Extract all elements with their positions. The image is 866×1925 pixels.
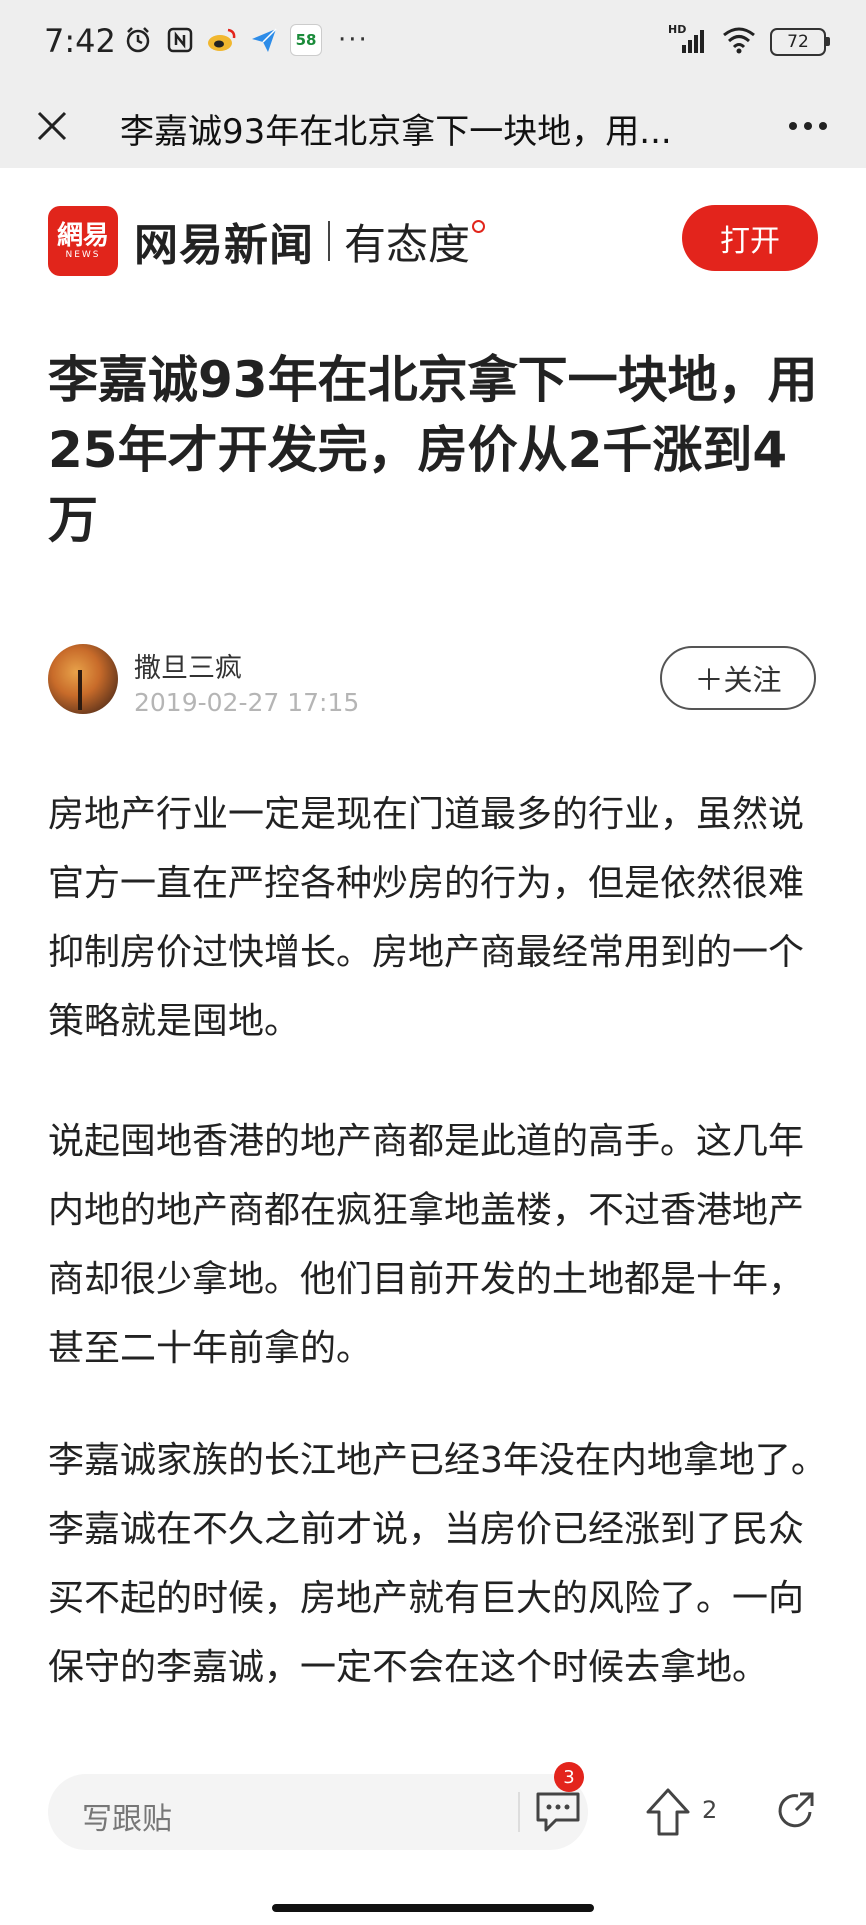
comment-placeholder: 写跟贴 (82, 1802, 172, 1837)
page-title: 李嘉诚93年在北京拿下一块地，用... (120, 112, 672, 152)
input-divider (518, 1792, 520, 1832)
more-icon (789, 122, 797, 130)
close-button[interactable] (24, 98, 80, 154)
share-icon (778, 1792, 814, 1828)
battery-icon: 72 (770, 28, 830, 56)
avatar-tree-shape (78, 670, 82, 710)
brand-divider (328, 221, 330, 261)
more-notifications-icon: ··· (338, 25, 369, 55)
browser-title-bar: 李嘉诚93年在北京拿下一块地，用... (0, 84, 866, 168)
notification-icons: 58 ··· (122, 24, 369, 56)
registered-mark-icon (472, 219, 486, 233)
brand-name: 网易新闻 (134, 220, 314, 271)
netease-logo[interactable]: 網易 NEWS (48, 206, 118, 276)
comment-count-badge: 3 (554, 1762, 584, 1792)
more-menu-button[interactable] (778, 98, 838, 154)
more-icon-dot (804, 122, 812, 130)
open-app-button[interactable]: 打开 (682, 205, 818, 271)
network-label: HD (668, 23, 687, 36)
status-bar: 7:42 58 ··· HD 72 (0, 0, 866, 84)
follow-button[interactable]: ＋关注 (660, 646, 816, 710)
author-name[interactable]: 撒旦三疯 (134, 646, 242, 685)
brand-slogan: 有态度 (344, 219, 471, 269)
article-headline: 李嘉诚93年在北京拿下一块地，用25年才开发完，房价从2千涨到4万 (48, 351, 818, 549)
logo-subtext: NEWS (65, 250, 101, 260)
logo-text: 網易 (56, 221, 109, 251)
upvote-arrow-icon (646, 1788, 690, 1836)
comment-bubble-icon (536, 1792, 580, 1832)
system-icons: HD 72 (668, 23, 830, 58)
more-icon-dot (819, 122, 827, 130)
nfc-icon (164, 24, 196, 56)
wifi-icon (722, 26, 756, 58)
article-paragraph: 李嘉诚家族的长江地产已经3年没在内地拿地了。李嘉诚在不久之前才说，当房价已经涨到… (48, 1440, 827, 1688)
weibo-icon (206, 24, 238, 56)
article-paragraph: 说起囤地香港的地产商都是此道的高手。这几年内地的地产商都在疯狂拿地盖楼，不过香港… (48, 1121, 805, 1369)
author-avatar[interactable] (48, 644, 118, 714)
upvote-button[interactable] (644, 1786, 692, 1838)
upvote-count: 2 (702, 1796, 718, 1824)
cell-signal-icon: HD (668, 23, 708, 57)
app58-icon: 58 (290, 24, 322, 56)
close-icon (37, 111, 67, 141)
home-indicator[interactable] (272, 1904, 594, 1912)
status-time: 7:42 (44, 22, 116, 60)
comment-input[interactable]: 写跟贴 (48, 1774, 588, 1850)
system-nav-area (0, 1870, 866, 1925)
comments-button[interactable] (534, 1788, 586, 1834)
bottom-action-bar: 写跟贴 3 2 (0, 1760, 866, 1870)
article-paragraph: 房地产行业一定是现在门道最多的行业，虽然说官方一直在严控各种炒房的行为，但是依然… (48, 794, 805, 1042)
send-app-icon (248, 24, 280, 56)
alarm-icon (122, 24, 154, 56)
brand-header: 網易 NEWS 网易新闻 有态度 (48, 206, 486, 276)
share-button[interactable] (776, 1790, 816, 1830)
publish-time: 2019-02-27 17:15 (134, 688, 360, 717)
